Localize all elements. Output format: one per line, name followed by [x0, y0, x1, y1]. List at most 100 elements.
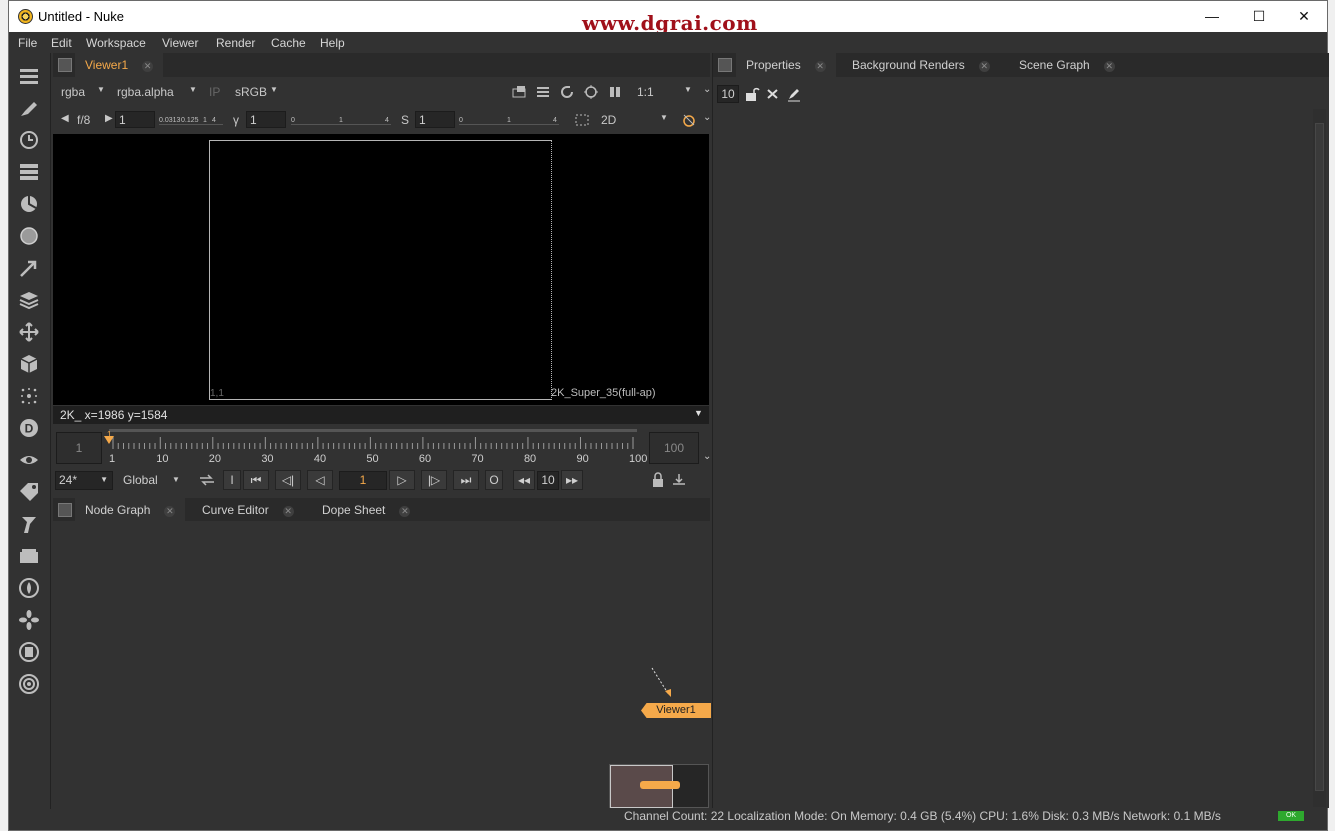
channel-icon[interactable] [18, 161, 40, 183]
proxy-icon[interactable] [681, 112, 697, 128]
skip-forward-button[interactable]: ▸▸ [561, 470, 583, 490]
double-chevron-icon[interactable]: ⌄ [703, 451, 711, 462]
tab-scene-graph[interactable]: Scene Graph ✕ [1009, 53, 1125, 77]
clear-panels-icon[interactable] [765, 86, 781, 102]
lock-icon[interactable] [651, 472, 665, 488]
transform-icon[interactable] [18, 321, 40, 343]
keyer-icon[interactable] [18, 257, 40, 279]
deep-icon[interactable]: D [18, 417, 40, 439]
double-chevron-icon[interactable]: ⌄ [703, 112, 711, 123]
prev-keyframe-button[interactable]: ◁| [275, 470, 301, 490]
menu-edit[interactable]: Edit [51, 36, 72, 50]
info-dropdown-icon[interactable]: ▼ [694, 408, 703, 418]
out-frame-field[interactable]: 100 [649, 432, 699, 464]
menu-workspace[interactable]: Workspace [86, 36, 146, 50]
fstop-decrease-icon[interactable]: ◀ [61, 113, 69, 124]
3d-icon[interactable] [18, 353, 40, 375]
views-icon[interactable] [18, 449, 40, 471]
next-frame-button[interactable]: |▷ [421, 470, 447, 490]
close-tab-icon[interactable]: ✕ [399, 506, 411, 517]
menu-cache[interactable]: Cache [271, 36, 306, 50]
tab-node-graph[interactable]: Node Graph ✕ [75, 498, 186, 522]
minimize-button[interactable]: — [1202, 7, 1222, 25]
ocula-icon[interactable] [18, 609, 40, 631]
gamma-input[interactable]: 1 [246, 111, 286, 128]
playhead-icon[interactable] [104, 436, 114, 446]
roi-select-icon[interactable] [574, 112, 590, 128]
properties-scrollbar[interactable] [1313, 109, 1326, 807]
viewer-canvas[interactable]: 1,1 2K_Super_35(full-ap) [53, 134, 709, 405]
gain-slider[interactable]: 0.0313 0.125 1 4 [159, 111, 223, 125]
particles-icon[interactable] [18, 385, 40, 407]
close-button[interactable]: ✕ [1294, 7, 1314, 25]
range-dropdown[interactable]: Global [123, 473, 158, 487]
menu-file[interactable]: File [18, 36, 37, 50]
viewer-node[interactable]: Viewer1 [641, 703, 711, 718]
gamma-slider[interactable]: 0 1 4 [291, 111, 391, 125]
furnace-icon[interactable] [18, 577, 40, 599]
overlay-icon[interactable] [535, 84, 551, 100]
pause-icon[interactable] [607, 84, 623, 100]
fstop-increase-icon[interactable]: ▶ [105, 113, 113, 124]
fps-dropdown[interactable]: 24* ▼ [55, 471, 113, 490]
first-frame-button[interactable]: ⏮ [243, 470, 269, 490]
metadata-icon[interactable] [18, 481, 40, 503]
close-tab-icon[interactable]: ✕ [1103, 61, 1115, 72]
scrollbar-thumb[interactable] [1315, 123, 1324, 791]
other-icon[interactable] [18, 545, 40, 567]
close-tab-icon[interactable]: ✕ [814, 61, 826, 72]
unlock-icon[interactable] [744, 86, 760, 102]
close-tab-icon[interactable]: ✕ [978, 61, 990, 72]
gain-input[interactable]: 1 [115, 111, 155, 128]
close-tab-icon[interactable]: ✕ [282, 506, 294, 517]
max-panels-field[interactable]: 10 [717, 85, 739, 103]
set-out-button[interactable]: O [485, 470, 503, 490]
set-in-button[interactable]: I [223, 470, 241, 490]
pane-menu-icon[interactable] [58, 503, 72, 517]
menu-help[interactable]: Help [320, 36, 345, 50]
menu-viewer[interactable]: Viewer [162, 36, 198, 50]
edit-icon[interactable] [786, 86, 802, 102]
cara-icon[interactable] [18, 641, 40, 663]
tab-dope-sheet[interactable]: Dope Sheet ✕ [312, 498, 421, 522]
toolsets-icon[interactable] [18, 513, 40, 535]
menu-render[interactable]: Render [216, 36, 255, 50]
tab-background-renders[interactable]: Background Renders ✕ [842, 53, 1000, 77]
saturation-input[interactable]: 1 [415, 111, 455, 128]
loop-icon[interactable] [197, 472, 217, 488]
filter-icon[interactable] [18, 225, 40, 247]
saturation-slider[interactable]: 0 1 4 [459, 111, 559, 125]
zoom-dropdown[interactable]: 1:1 [637, 85, 654, 99]
color-icon[interactable] [18, 193, 40, 215]
channels-dropdown[interactable]: rgba [61, 85, 85, 99]
tab-properties[interactable]: Properties ✕ [736, 53, 836, 77]
refresh-icon[interactable] [559, 84, 575, 100]
close-tab-icon[interactable]: ✕ [164, 506, 176, 517]
increment-field[interactable]: 10 [537, 471, 559, 490]
frame-ruler[interactable]: 1 1 10 20 30 40 50 60 70 80 90 100 [104, 429, 647, 465]
pane-menu-icon[interactable] [58, 58, 72, 72]
skip-back-button[interactable]: ◂◂ [513, 470, 535, 490]
nukex-icon[interactable] [18, 673, 40, 695]
in-frame-field[interactable]: 1 [56, 432, 102, 464]
close-tab-icon[interactable]: ✕ [142, 61, 154, 72]
last-frame-button[interactable]: ⏭ [453, 470, 479, 490]
tab-viewer1[interactable]: Viewer1 ✕ [75, 53, 164, 77]
pane-menu-icon[interactable] [718, 58, 732, 72]
tab-curve-editor[interactable]: Curve Editor ✕ [192, 498, 304, 522]
roi-icon[interactable] [511, 84, 527, 100]
target-icon[interactable] [583, 84, 599, 100]
ip-button[interactable]: IP [209, 85, 220, 99]
prev-frame-button[interactable]: ◁ [307, 470, 333, 490]
double-chevron-icon[interactable]: ⌄ [703, 84, 711, 95]
timeline-settings-icon[interactable] [671, 472, 687, 488]
alpha-channel-dropdown[interactable]: rgba.alpha [117, 85, 174, 99]
play-button[interactable]: ▷ [389, 470, 415, 490]
image-io-icon[interactable] [18, 65, 40, 87]
current-frame-field[interactable]: 1 [339, 471, 387, 490]
graph-minimap[interactable] [609, 764, 709, 808]
time-icon[interactable] [18, 129, 40, 151]
maximize-button[interactable]: ☐ [1249, 7, 1269, 25]
view-mode-dropdown[interactable]: 2D [601, 113, 616, 127]
draw-icon[interactable] [18, 97, 40, 119]
